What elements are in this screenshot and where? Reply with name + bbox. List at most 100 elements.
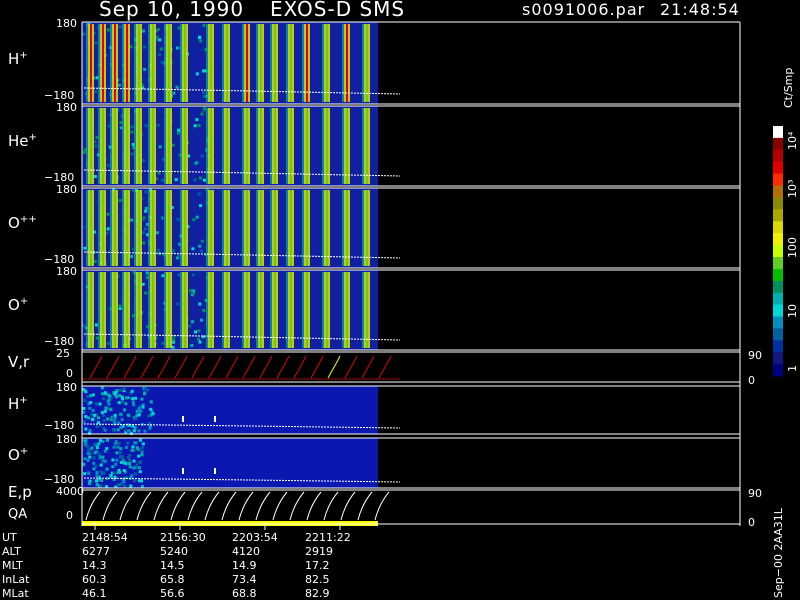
count-cell <box>177 131 180 135</box>
count-cell <box>200 48 204 52</box>
count-cell <box>199 345 203 348</box>
count-stripe-core <box>274 108 276 184</box>
count-cell <box>192 339 196 343</box>
count-stripe-edge <box>98 108 100 184</box>
colorbar-swatch <box>773 185 783 198</box>
energy-sweep <box>85 491 101 521</box>
velocity-trace <box>123 355 137 379</box>
count-cell <box>101 392 105 396</box>
count-stripe-edge <box>148 108 150 184</box>
count-cell <box>200 154 204 158</box>
count-cell <box>89 394 93 398</box>
footer-value: 14.3 <box>82 559 107 572</box>
count-cell <box>94 144 98 148</box>
count-spike <box>182 416 184 422</box>
count-cell <box>137 466 141 470</box>
count-cell <box>123 484 127 488</box>
panel-label: O+ <box>8 296 29 314</box>
count-stripe-core <box>260 190 262 266</box>
count-cell <box>83 472 87 476</box>
count-cell <box>198 302 202 306</box>
count-cell <box>139 460 143 464</box>
count-stripe-core <box>102 272 104 348</box>
count-cell <box>113 416 117 420</box>
count-cell <box>118 25 122 29</box>
count-stripe-core <box>152 24 154 102</box>
colorbar-swatch <box>773 316 783 329</box>
count-cell <box>141 218 145 221</box>
count-stripe-edge <box>362 190 364 266</box>
count-stripe-edge <box>122 272 124 348</box>
count-cell <box>83 224 86 228</box>
count-cell <box>177 273 181 277</box>
count-cell <box>92 461 96 465</box>
count-cell <box>130 448 134 452</box>
velocity-trace <box>361 355 375 379</box>
velocity-trace <box>327 355 341 379</box>
count-cell <box>137 429 141 433</box>
count-cell <box>92 467 96 471</box>
energy-sweep <box>289 491 305 521</box>
colorbar-swatch <box>773 328 783 341</box>
velocity-trace <box>225 355 239 379</box>
count-cell <box>197 329 201 333</box>
count-cell <box>142 241 146 245</box>
count-cell <box>103 449 107 453</box>
count-cell <box>130 152 134 156</box>
count-stripe-edge <box>148 24 150 102</box>
count-stripe-core <box>168 190 170 266</box>
count-cell <box>125 445 128 449</box>
count-stripe-core <box>114 108 116 184</box>
count-cell <box>132 403 136 407</box>
count-cell <box>137 413 141 417</box>
colorbar-unit: Ct/Smp <box>782 67 795 108</box>
count-cell <box>95 471 99 474</box>
count-cell <box>195 213 199 216</box>
count-cell <box>101 414 105 417</box>
count-stripe-edge <box>256 24 258 102</box>
y-axis-top-tick: 180 <box>56 183 77 196</box>
count-cell <box>200 318 203 322</box>
panel-label: H+ <box>8 395 28 413</box>
count-cell <box>130 130 134 134</box>
qa-label: QA <box>8 507 28 522</box>
count-stripe-edge <box>342 190 344 266</box>
count-stripe-core <box>346 108 348 184</box>
count-stripe-core <box>126 272 128 348</box>
count-cell <box>134 396 137 400</box>
count-cell <box>91 418 94 422</box>
count-cell <box>87 448 91 452</box>
count-cell <box>141 445 145 449</box>
y-axis-top-tick: 180 <box>56 265 77 278</box>
count-stripe-core <box>306 24 308 102</box>
energy-sweep <box>357 491 373 521</box>
colorbar-swatch <box>773 268 783 282</box>
count-cell <box>112 471 116 475</box>
count-cell <box>160 118 164 122</box>
count-cell <box>139 438 143 442</box>
count-stripe-edge <box>180 190 182 266</box>
count-cell <box>172 26 176 30</box>
count-cell <box>143 391 147 395</box>
footer-value: 6277 <box>82 545 110 558</box>
colorbar-swatch <box>773 352 783 365</box>
count-cell <box>98 402 102 406</box>
footer-value: 2148:54 <box>82 531 128 544</box>
count-cell <box>119 413 123 417</box>
count-cell <box>94 464 98 468</box>
count-stripe-edge <box>122 108 124 184</box>
count-stripe-edge <box>180 24 182 102</box>
count-stripe-edge <box>322 272 324 348</box>
count-cell <box>99 484 103 488</box>
count-cell <box>128 465 132 469</box>
count-stripe-core <box>346 190 348 266</box>
count-stripe-core <box>152 108 154 184</box>
footer-value: 4120 <box>232 545 260 558</box>
y-axis-bottom-tick: −180 <box>44 89 75 102</box>
count-cell <box>123 461 127 465</box>
count-cell <box>175 85 179 89</box>
count-cell <box>202 309 206 312</box>
count-cell <box>200 239 204 243</box>
count-stripe-edge <box>242 24 244 102</box>
count-stripe-core <box>184 190 186 266</box>
